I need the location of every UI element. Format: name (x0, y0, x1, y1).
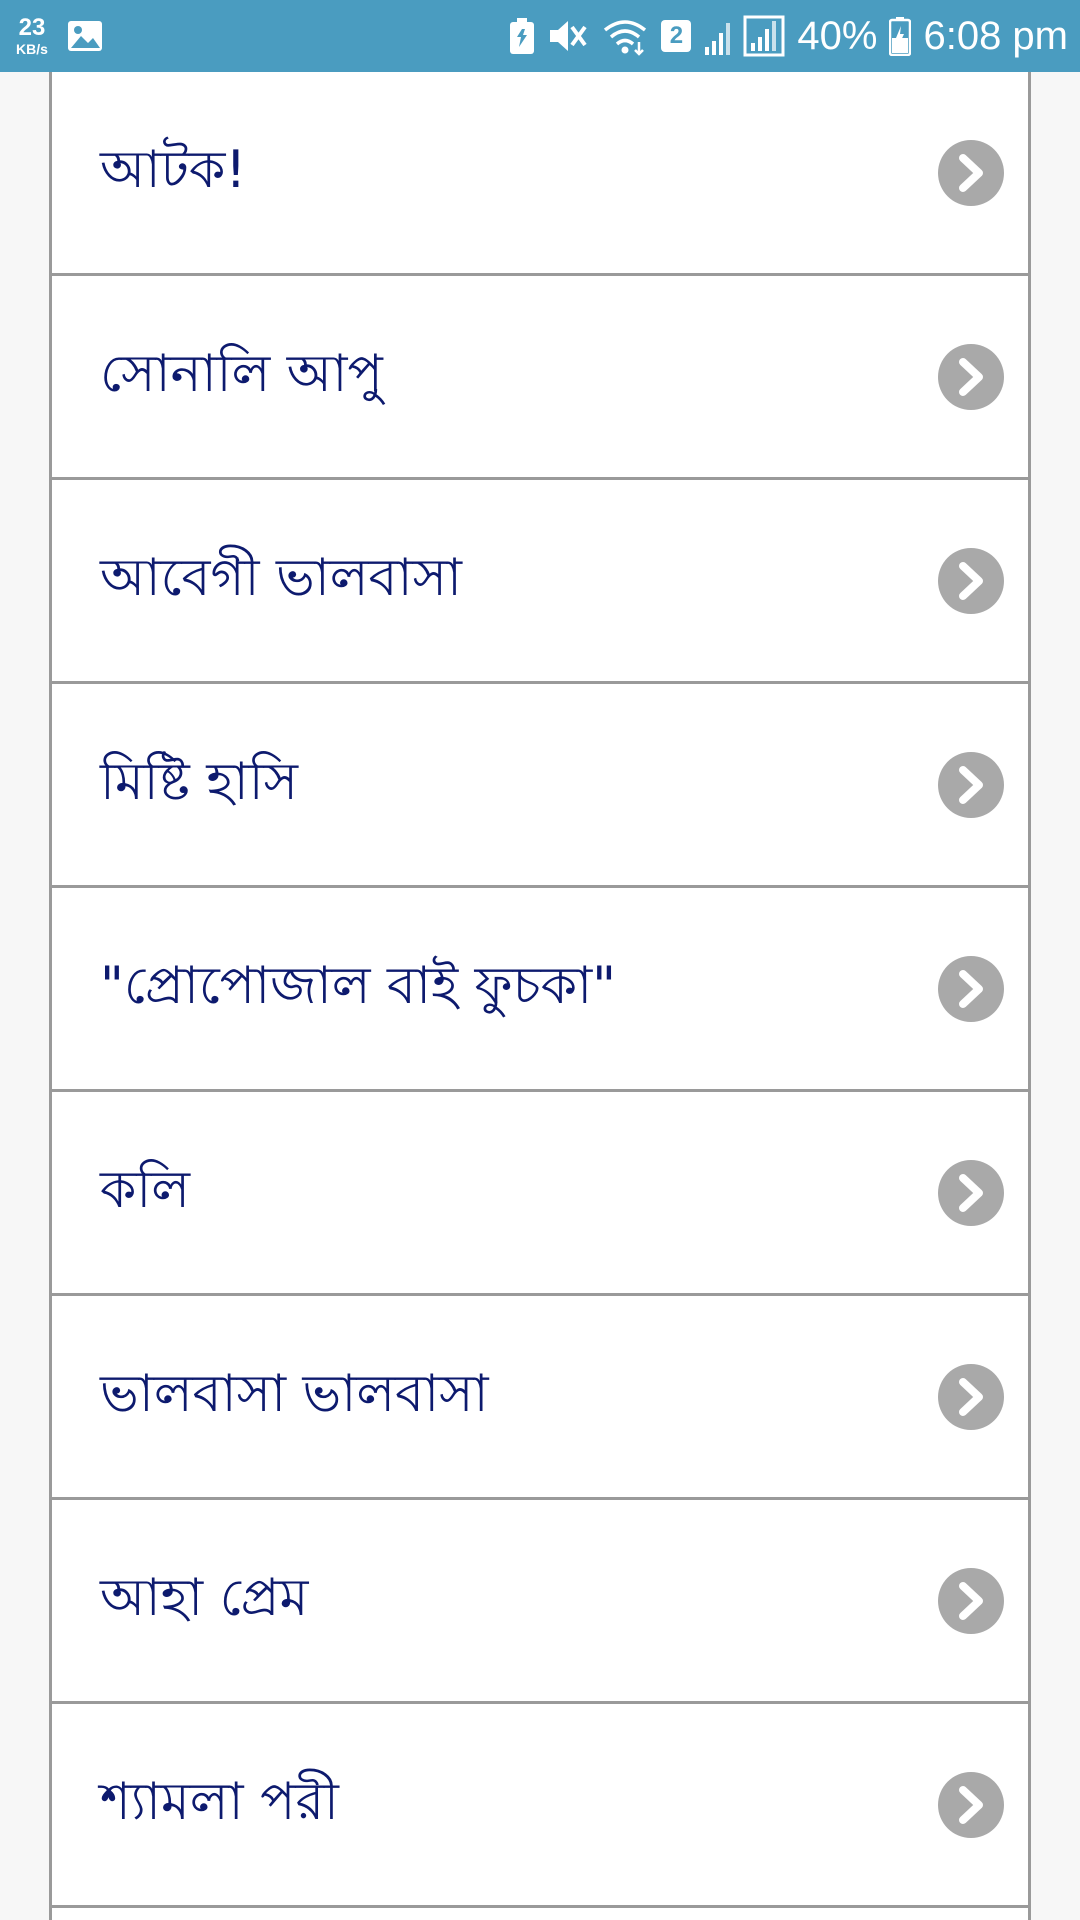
network-speed-unit: KB/s (16, 41, 48, 57)
story-list: আটক! সোনালি আপু আবেগী ভালবাসা মিষ্টি হাস… (49, 72, 1031, 1920)
chevron-right-icon[interactable] (938, 1363, 1004, 1430)
battery-icon (889, 16, 912, 56)
list-item-label: আহা প্রেম (100, 1568, 309, 1628)
chevron-right-icon[interactable] (938, 1567, 1004, 1634)
chevron-right-icon[interactable] (938, 139, 1004, 206)
list-item[interactable]: আহা প্রেম (52, 1500, 1028, 1704)
battery-saver-icon (509, 17, 535, 55)
list-item-label: আটক! (100, 140, 247, 200)
list-item-label: ভালবাসা ভালবাসা (100, 1364, 489, 1424)
status-bar: 23 KB/s 2 40% 6:08 pm (0, 0, 1080, 72)
signal-icon (703, 15, 785, 57)
chevron-right-icon[interactable] (938, 955, 1004, 1022)
list-item[interactable]: আটক! (52, 72, 1028, 276)
list-item[interactable]: কলি (52, 1092, 1028, 1296)
chevron-right-icon[interactable] (938, 1771, 1004, 1838)
list-item-label: শ্যামলা পরী (100, 1772, 339, 1832)
chevron-right-icon[interactable] (938, 1159, 1004, 1226)
network-speed-value: 23 (18, 14, 46, 41)
chevron-right-icon[interactable] (938, 343, 1004, 410)
gallery-icon (66, 19, 104, 53)
wifi-icon (601, 16, 649, 56)
list-item[interactable]: মিষ্টি হাসি (52, 684, 1028, 888)
list-item[interactable]: শ্যামলা পরী (52, 1704, 1028, 1908)
chevron-right-icon[interactable] (938, 751, 1004, 818)
chevron-right-icon[interactable] (938, 547, 1004, 614)
status-bar-left: 23 KB/s (16, 16, 104, 56)
list-item-label: কলি (100, 1160, 191, 1220)
mute-icon (547, 17, 589, 55)
list-item-label: মিষ্টি হাসি (100, 752, 298, 812)
battery-percent: 40% (797, 13, 878, 58)
list-item[interactable]: সোনালি আপু (52, 276, 1028, 480)
list-item[interactable]: ভালবাসা ভালবাসা (52, 1296, 1028, 1500)
status-bar-right: 2 40% 6:08 pm (509, 14, 1068, 59)
list-item-label: "প্রোপোজাল বাই ফুচকা" (100, 956, 617, 1016)
list-item-label: আবেগী ভালবাসা (100, 548, 463, 608)
network-speed: 23 KB/s (16, 14, 48, 57)
clock: 6:08 pm (923, 13, 1068, 58)
list-item-label: সোনালি আপু (100, 344, 383, 404)
sim-slot-badge: 2 (661, 20, 692, 52)
list-item[interactable]: আবেগী ভালবাসা (52, 480, 1028, 684)
list-item[interactable]: "প্রোপোজাল বাই ফুচকা" (52, 888, 1028, 1092)
